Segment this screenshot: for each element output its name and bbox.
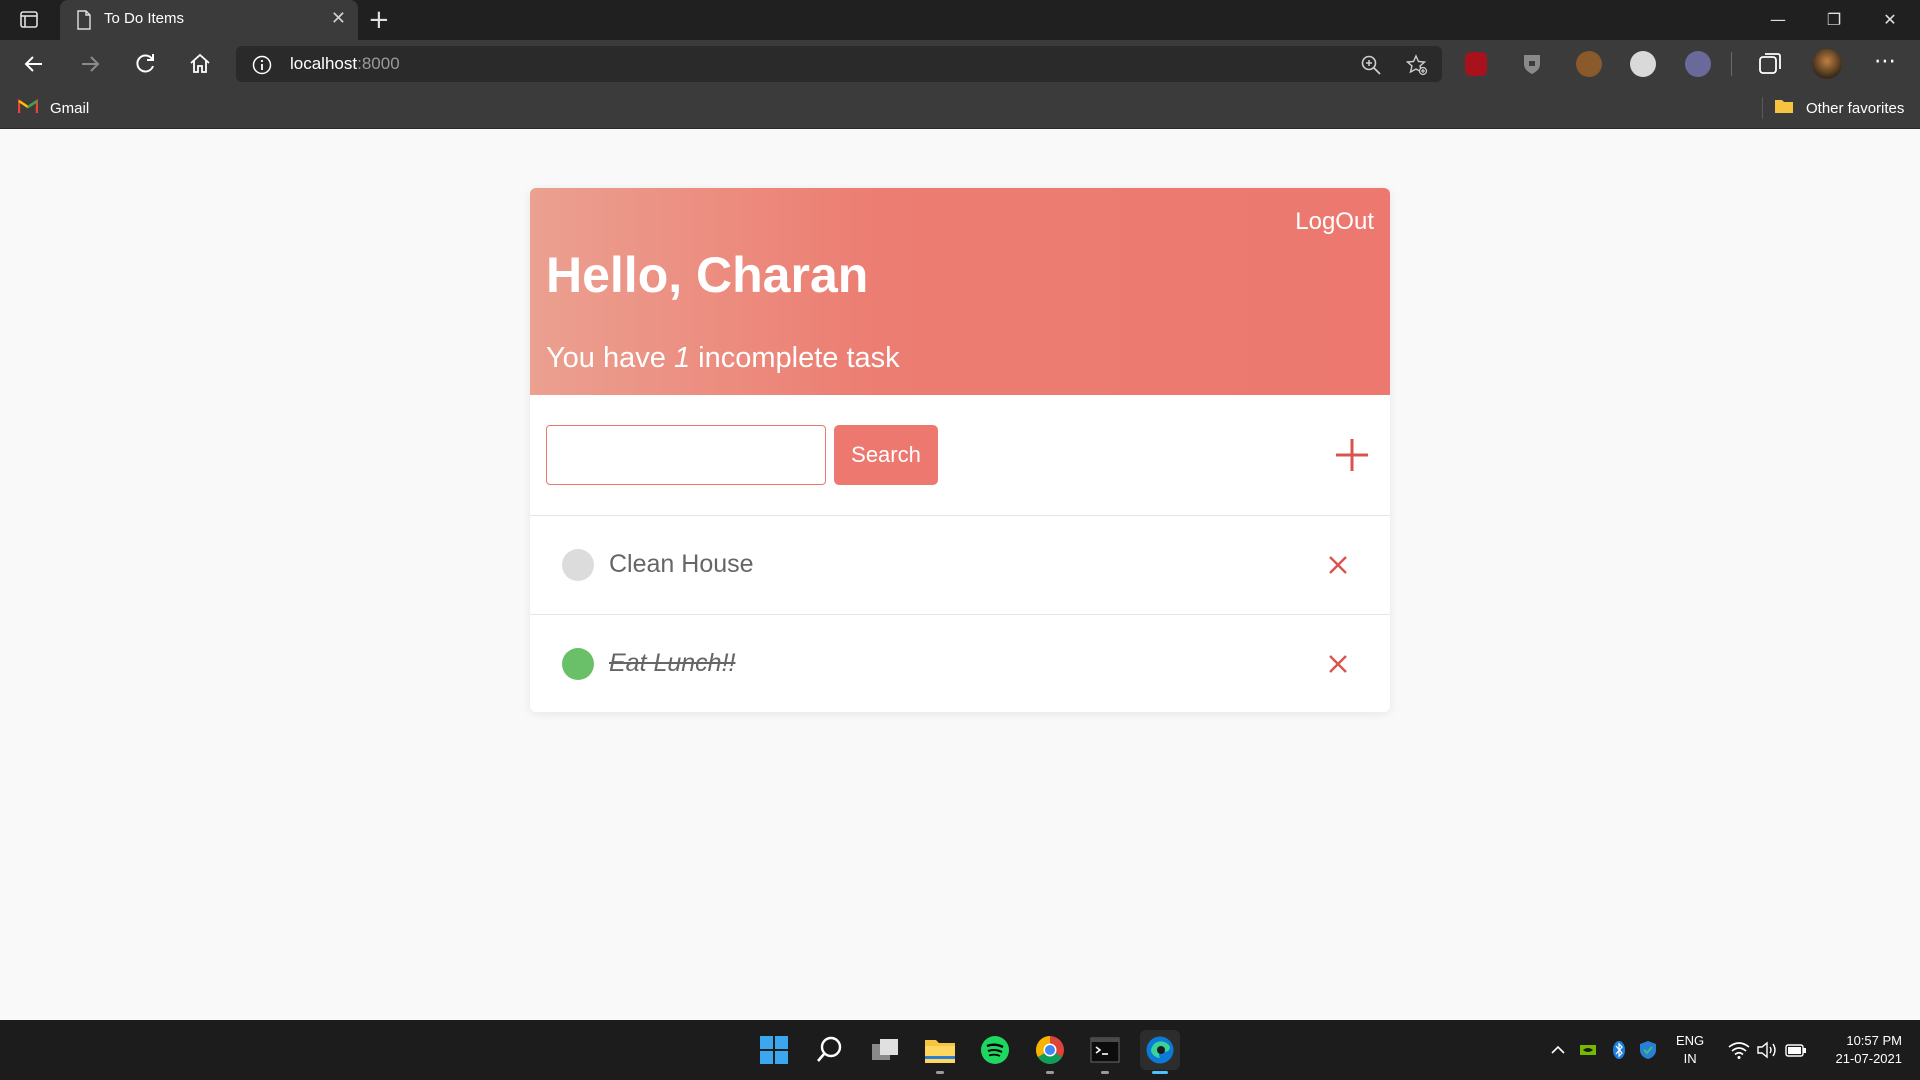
task-view-icon[interactable] [865, 1030, 905, 1070]
new-tab-button[interactable]: + [368, 6, 390, 34]
bluetooth-icon[interactable] [1609, 1040, 1629, 1060]
language-code: ENG [1676, 1033, 1705, 1048]
security-shield-icon[interactable] [1638, 1040, 1658, 1060]
bookmark-label: Gmail [50, 99, 90, 117]
toolbar-divider [1731, 52, 1732, 76]
site-info-icon[interactable] [252, 55, 272, 79]
task-item: Eat Lunch!! [530, 614, 1390, 712]
terminal-icon[interactable] [1085, 1030, 1125, 1074]
privacy-extension-icon[interactable] [1520, 52, 1546, 78]
windows-start-icon[interactable] [754, 1030, 794, 1070]
show-hidden-icons[interactable] [1548, 1040, 1568, 1060]
more-menu-icon[interactable]: ⋯ [1874, 48, 1896, 76]
address-bar[interactable]: localhost:8000 [236, 46, 1442, 82]
clock-time: 10:57 PM [1846, 1033, 1902, 1048]
todo-header: LogOut Hello, Charan You have 1 incomple… [530, 188, 1390, 395]
home-icon[interactable] [186, 50, 214, 78]
url-text: localhost:8000 [290, 54, 400, 74]
hand-extension-icon[interactable] [1630, 51, 1656, 77]
chrome-icon[interactable] [1030, 1030, 1070, 1074]
ublock-extension-icon[interactable] [1465, 52, 1487, 76]
delete-task-icon[interactable] [1326, 553, 1350, 577]
task-text: Eat Lunch!! [609, 649, 736, 677]
add-task-icon[interactable] [1332, 435, 1372, 475]
task-text: Clean House [609, 550, 754, 578]
browser-toolbar: localhost:8000 ⋯ [0, 40, 1920, 87]
tab-title: To Do Items [104, 10, 185, 27]
task-summary: You have 1 incomplete task [546, 342, 900, 375]
language-indicator[interactable]: ENG IN [1676, 1032, 1704, 1068]
summary-prefix: You have [546, 342, 666, 374]
page-icon [76, 10, 92, 34]
nvidia-icon[interactable] [1578, 1040, 1598, 1060]
active-tab[interactable]: To Do Items ✕ [60, 0, 358, 40]
bookmark-gmail[interactable]: Gmail [17, 97, 90, 119]
todo-card: LogOut Hello, Charan You have 1 incomple… [530, 188, 1390, 712]
url-host: localhost [290, 54, 358, 73]
page-viewport: LogOut Hello, Charan You have 1 incomple… [0, 129, 1920, 1020]
folder-icon [1774, 98, 1794, 118]
minimize-button[interactable]: — [1758, 6, 1798, 34]
cookie-extension-icon[interactable] [1576, 51, 1602, 77]
spotify-icon[interactable] [975, 1030, 1015, 1070]
task-item: Clean House [530, 516, 1390, 614]
profile-avatar[interactable] [1812, 49, 1842, 79]
greeting-title: Hello, Charan [546, 247, 869, 303]
bookmark-other-favorites[interactable]: Other favorites [1774, 97, 1904, 119]
volume-icon[interactable] [1756, 1040, 1776, 1060]
task-status-toggle[interactable] [562, 648, 594, 680]
zoom-icon[interactable] [1360, 54, 1382, 76]
forward-icon[interactable] [76, 50, 104, 78]
tab-close-icon[interactable]: ✕ [331, 9, 346, 29]
windows-taskbar: ENG IN 10:57 PM 21-07-2021 [0, 1020, 1920, 1080]
region-code: IN [1683, 1051, 1697, 1066]
active-app-indicator [1152, 1071, 1168, 1074]
file-explorer-icon[interactable] [920, 1030, 960, 1074]
owl-extension-icon[interactable] [1685, 51, 1711, 77]
wifi-icon[interactable] [1728, 1040, 1750, 1060]
edge-icon[interactable] [1140, 1030, 1180, 1074]
incomplete-count: 1 [673, 342, 691, 374]
bookmark-label: Other favorites [1806, 99, 1905, 117]
refresh-icon[interactable] [131, 50, 159, 78]
gmail-icon [17, 98, 39, 118]
close-window-button[interactable]: ✕ [1870, 6, 1910, 34]
running-indicator [1101, 1071, 1109, 1074]
running-indicator [1046, 1071, 1054, 1074]
back-icon[interactable] [20, 50, 48, 78]
summary-suffix: incomplete task [698, 342, 900, 374]
url-port: :8000 [357, 54, 400, 73]
search-icon[interactable] [810, 1030, 850, 1070]
search-row: Search [530, 395, 1390, 516]
search-button[interactable]: Search [834, 425, 938, 485]
restore-button[interactable]: ❐ [1814, 6, 1854, 34]
bookmark-divider [1762, 97, 1763, 119]
running-indicator [936, 1071, 944, 1074]
delete-task-icon[interactable] [1326, 652, 1350, 676]
logout-link[interactable]: LogOut [1295, 208, 1374, 236]
system-clock[interactable]: 10:57 PM 21-07-2021 [1824, 1032, 1903, 1068]
browser-tab-bar: To Do Items ✕ + — ❐ ✕ [0, 0, 1920, 40]
battery-icon[interactable] [1785, 1040, 1806, 1060]
search-input[interactable] [546, 425, 826, 485]
collections-icon[interactable] [1757, 51, 1783, 77]
add-favorite-icon[interactable] [1405, 54, 1428, 76]
tab-actions-icon[interactable] [18, 10, 42, 30]
bookmarks-bar: Gmail Other favorites [0, 87, 1920, 129]
clock-date: 21-07-2021 [1835, 1051, 1903, 1066]
task-status-toggle[interactable] [562, 549, 594, 581]
